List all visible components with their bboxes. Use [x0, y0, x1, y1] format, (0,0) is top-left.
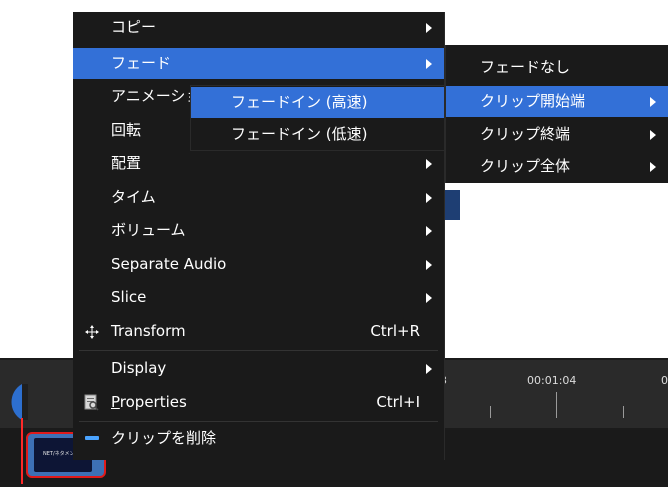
menu-item-fade-in-slow[interactable]: フェードイン (低速) [191, 119, 444, 150]
menu-item-properties[interactable]: Properties Ctrl+I [73, 387, 444, 418]
submenu-arrow-icon [426, 364, 432, 374]
submenu-arrow-icon [650, 97, 656, 107]
fade-submenu: フェードなし クリップ開始端 クリップ終端 クリップ全体 [445, 45, 668, 183]
menu-item-label: フェードイン (低速) [231, 125, 368, 143]
submenu-arrow-icon [426, 23, 432, 33]
menu-item-copy[interactable]: コピー [73, 12, 444, 43]
menu-item-volume[interactable]: ボリューム [73, 215, 444, 246]
menu-item-entire-clip[interactable]: クリップ全体 [446, 151, 668, 182]
menu-item-label: Transform [111, 322, 186, 340]
remove-icon [85, 436, 99, 440]
submenu-arrow-icon [650, 162, 656, 172]
menu-item-shortcut: Ctrl+R [370, 322, 420, 340]
menu-item-label: フェードなし [480, 58, 571, 76]
menu-item-label: タイム [111, 188, 156, 206]
ruler-tick [623, 406, 624, 418]
submenu-arrow-icon [426, 193, 432, 203]
mnemonic-letter: P [111, 393, 120, 411]
submenu-arrow-icon [426, 159, 432, 169]
menu-item-clip-start[interactable]: クリップ開始端 [446, 86, 668, 117]
menu-item-layout[interactable]: 配置 [73, 148, 444, 179]
submenu-arrow-icon [426, 226, 432, 236]
menu-item-label: ボリューム [111, 221, 186, 239]
ruler-label: 00:01:04 [527, 374, 577, 387]
menu-item-shortcut: Ctrl+I [376, 393, 420, 411]
menu-item-display[interactable]: Display [73, 353, 444, 384]
menu-item-time[interactable]: タイム [73, 182, 444, 213]
menu-item-label: 回転 [111, 121, 142, 139]
menu-separator [79, 350, 438, 351]
menu-item-transform[interactable]: Transform Ctrl+R [73, 316, 444, 347]
playhead-handle-icon[interactable] [2, 384, 28, 420]
transform-icon [85, 325, 99, 339]
menu-item-label: フェード [111, 54, 172, 72]
submenu-arrow-icon [426, 260, 432, 270]
menu-item-label: コピー [111, 18, 157, 36]
menu-item-label: Slice [111, 288, 147, 306]
menu-item-label: クリップ全体 [480, 157, 571, 175]
menu-item-no-fade[interactable]: フェードなし [446, 52, 668, 83]
menu-item-label: Separate Audio [111, 255, 227, 273]
playhead[interactable] [21, 418, 23, 484]
menu-item-fade[interactable]: フェード [73, 48, 444, 79]
menu-item-label: Properties [111, 387, 187, 418]
clip-context-menu: コピー フェード アニメーション 回転 配置 タイム ボリューム Separat… [73, 12, 445, 460]
menu-item-label: Display [111, 359, 167, 377]
menu-item-label: クリップを削除 [111, 429, 217, 447]
ruler-tick [490, 406, 491, 418]
menu-item-separate-audio[interactable]: Separate Audio [73, 249, 444, 280]
menu-item-remove-clip[interactable]: クリップを削除 [73, 423, 444, 454]
properties-icon [84, 394, 99, 411]
ruler-label: 0 [661, 374, 668, 387]
fade-in-submenu: フェードイン (高速) フェードイン (低速) [190, 85, 445, 151]
menu-item-clip-end[interactable]: クリップ終端 [446, 119, 668, 150]
submenu-arrow-icon [426, 59, 432, 69]
menu-item-fade-in-fast[interactable]: フェードイン (高速) [191, 87, 444, 118]
menu-item-label: クリップ開始端 [480, 92, 586, 110]
menu-item-slice[interactable]: Slice [73, 282, 444, 313]
menu-item-label: クリップ終端 [480, 125, 571, 143]
menu-item-label-rest: roperties [119, 393, 187, 411]
ruler-tick [556, 392, 557, 418]
menu-separator [79, 421, 438, 422]
submenu-arrow-icon [426, 293, 432, 303]
menu-item-label: フェードイン (高速) [231, 93, 368, 111]
submenu-arrow-icon [650, 130, 656, 140]
menu-item-label: 配置 [111, 154, 142, 172]
